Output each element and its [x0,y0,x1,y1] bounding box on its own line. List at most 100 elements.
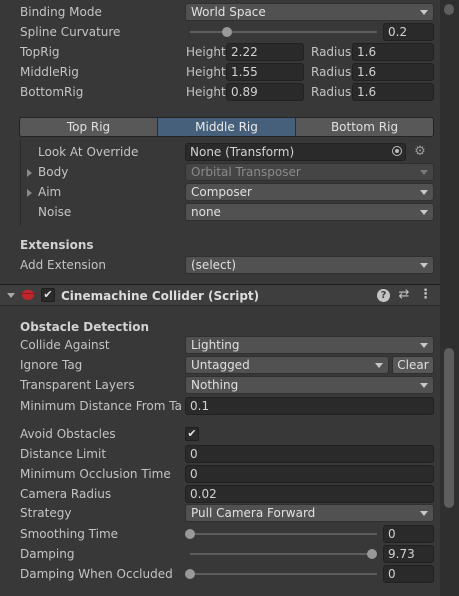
top-rig-label: TopRig [20,45,60,59]
body-row: Body Orbital Transposer [0,162,440,182]
collider-title: Cinemachine Collider (Script) [61,289,260,303]
bottom-rig-height-field[interactable]: 0.89 [226,83,304,101]
middle-rig-height-field[interactable]: 1.55 [226,63,304,81]
ignore-tag-value: Untagged [191,358,250,372]
top-rig-radius-field[interactable]: 1.6 [352,43,434,61]
min-occlusion-time-label: Minimum Occlusion Time [20,467,171,481]
damping-value: 9.73 [388,547,415,561]
smoothing-time-slider-knob[interactable] [185,529,195,539]
binding-mode-label: Binding Mode [20,5,102,19]
distance-limit-row: Distance Limit 0 [0,444,440,464]
inspector-panel: Binding Mode World Space Spline Curvatur… [0,0,440,596]
damping-slider-track[interactable] [190,553,377,555]
add-extension-row: Add Extension (select) [0,255,440,275]
ignore-tag-dropdown[interactable]: Untagged [185,356,389,374]
damping-occluded-slider-knob[interactable] [185,569,195,579]
top-rig-height-field[interactable]: 2.22 [226,43,304,61]
damping-occluded-value: 0 [388,567,396,581]
bottom-rig-radius-label: Radius [311,85,352,99]
bottom-rig-radius-value: 1.6 [357,85,377,99]
transparent-layers-dropdown[interactable]: Nothing [185,376,434,394]
tab-bottom-rig[interactable]: Bottom Rig [296,118,433,136]
minimum-distance-value: 0.1 [190,399,210,413]
collide-against-row: Collide Against Lighting [0,335,440,355]
add-extension-value: (select) [191,258,237,272]
look-at-override-field[interactable]: None (Transform) [185,143,406,161]
help-icon[interactable]: ? [377,289,390,302]
middle-rig-radius-field[interactable]: 1.6 [352,63,434,81]
smoothing-time-row: Smoothing Time 0 [0,524,440,544]
minimum-distance-field[interactable]: 0.1 [185,397,434,415]
bottom-rig-height-label: Height [186,85,226,99]
spline-curvature-field[interactable]: 0.2 [383,23,434,41]
smoothing-time-slider-track[interactable] [190,533,377,535]
transparent-layers-label: Transparent Layers [20,378,135,392]
chevron-down-icon [420,170,428,175]
aim-dropdown[interactable]: Composer [185,183,434,201]
camera-radius-row: Camera Radius 0.02 [0,484,440,504]
vertical-scrollbar[interactable] [440,0,459,596]
scrollbar-upper-thumb[interactable] [444,4,454,15]
body-dropdown: Orbital Transposer [185,163,434,181]
damping-occluded-label: Damping When Occluded [20,567,173,581]
chevron-down-icon [420,343,428,348]
strategy-dropdown[interactable]: Pull Camera Forward [185,504,434,522]
damping-occluded-field[interactable]: 0 [383,565,434,583]
ignore-tag-row: Ignore Tag Untagged Clear [0,355,440,375]
look-at-override-row: Look At Override None (Transform) ⚙ [0,142,440,162]
add-extension-dropdown[interactable]: (select) [185,256,434,274]
aim-label[interactable]: Aim [38,185,61,199]
damping-occluded-slider-track[interactable] [190,573,377,575]
body-label[interactable]: Body [38,165,68,179]
presets-icon[interactable]: ⇄ [398,288,410,301]
distance-limit-field[interactable]: 0 [185,445,434,463]
middle-rig-radius-value: 1.6 [357,65,377,79]
foldout-arrow-icon[interactable] [27,169,32,177]
tab-middle-rig[interactable]: Middle Rig [158,118,296,136]
camera-radius-field[interactable]: 0.02 [185,485,434,503]
look-at-override-label: Look At Override [38,145,139,159]
top-rig-row: TopRig Height 2.22 Radius 1.6 [0,42,440,62]
spline-curvature-row: Spline Curvature 0.2 [0,22,440,42]
damping-label: Damping [20,547,75,561]
look-at-override-value: None (Transform) [190,145,295,159]
collider-enabled-checkbox[interactable]: ✔ [41,288,55,302]
bottom-rig-height-value: 0.89 [231,85,258,99]
foldout-arrow-icon[interactable] [7,293,15,298]
strategy-label: Strategy [20,506,72,520]
bottom-rig-radius-field[interactable]: 1.6 [352,83,434,101]
top-rig-radius-label: Radius [311,45,352,59]
binding-mode-dropdown[interactable]: World Space [185,3,434,21]
settings-gear-icon[interactable]: ⚙ [413,145,427,159]
damping-slider-knob[interactable] [366,549,377,559]
target-picker-icon[interactable] [392,146,402,156]
spline-curvature-label: Spline Curvature [20,25,121,39]
scrollbar-thumb[interactable] [444,348,454,508]
smoothing-time-label: Smoothing Time [20,527,119,541]
min-occlusion-time-field[interactable]: 0 [185,465,434,483]
strategy-row: Strategy Pull Camera Forward [0,503,440,523]
minimum-distance-label: Minimum Distance From Targ [20,399,183,413]
kebab-menu-icon[interactable]: ⋮ [419,288,432,301]
collider-component-header[interactable]: ✔ Cinemachine Collider (Script) ? ⇄ ⋮ [0,284,440,306]
avoid-obstacles-checkbox[interactable]: ✔ [185,427,199,441]
damping-field[interactable]: 9.73 [383,545,434,563]
noise-label: Noise [38,205,72,219]
bottom-rig-row: BottomRig Height 0.89 Radius 1.6 [0,82,440,102]
clear-tag-button[interactable]: Clear [392,356,434,374]
collide-against-dropdown[interactable]: Lighting [185,336,434,354]
chevron-down-icon [420,263,428,268]
binding-mode-value: World Space [191,5,266,19]
spline-curvature-slider-track[interactable] [190,31,377,33]
extensions-header-row: Extensions [0,235,440,255]
chevron-down-icon [420,511,428,516]
smoothing-time-field[interactable]: 0 [383,525,434,543]
spline-curvature-slider-knob[interactable] [222,27,233,37]
strategy-value: Pull Camera Forward [191,506,316,520]
tab-top-rig[interactable]: Top Rig [20,118,158,136]
damping-occluded-row: Damping When Occluded 0 [0,564,440,584]
camera-radius-value: 0.02 [190,487,217,501]
noise-dropdown[interactable]: none [185,203,434,221]
foldout-arrow-icon[interactable] [27,189,32,197]
aim-value: Composer [191,185,252,199]
